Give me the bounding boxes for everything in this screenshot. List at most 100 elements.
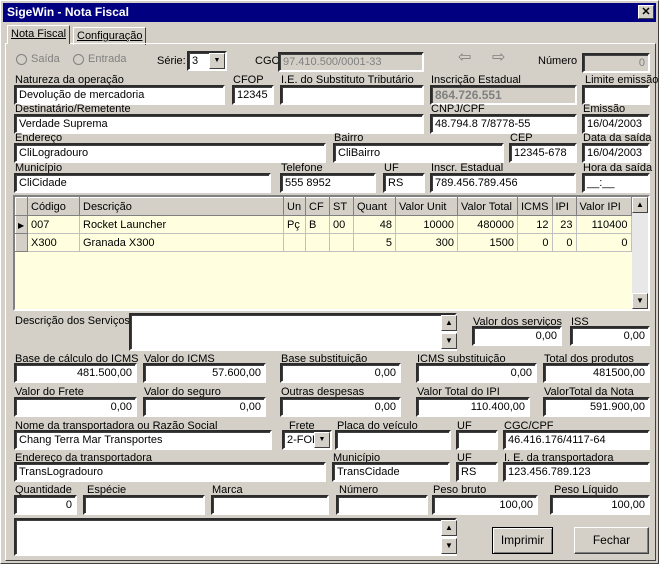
imprimir-button[interactable]: Imprimir (492, 527, 553, 554)
ie-subst-field[interactable] (280, 85, 424, 105)
col-un[interactable]: Un (283, 197, 306, 216)
chevron-down-icon[interactable]: ▼ (314, 432, 330, 448)
cfop-field[interactable]: 12345 (232, 85, 274, 105)
valor-icms-field[interactable]: 57.600,00 (143, 363, 266, 383)
col-valor-ipi[interactable]: Valor IPI (575, 197, 632, 216)
radio-saida[interactable] (16, 54, 27, 65)
cell-quant[interactable]: 48 (353, 215, 396, 234)
tab-nota-fiscal[interactable]: Nota Fiscal (7, 25, 71, 44)
icms-subst-field[interactable]: 0,00 (416, 363, 537, 383)
cgc-field[interactable]: 97.410.500/0001-33 (278, 52, 424, 72)
peso-bruto-field[interactable]: 100,00 (432, 495, 538, 515)
uf-field[interactable]: RS (383, 173, 425, 193)
close-button[interactable]: ✕ (638, 5, 654, 19)
grid-scrollbar[interactable]: ▲ ▼ (632, 197, 648, 309)
bairro-field[interactable]: CliBairro (333, 143, 504, 163)
telefone-field[interactable]: 555 8952 (280, 173, 376, 193)
transp-uf-field[interactable] (456, 430, 498, 450)
transp-uf2-field[interactable]: RS (456, 462, 498, 482)
col-icms[interactable]: ICMS (517, 197, 553, 216)
transp-mun-field[interactable]: TransCidade (332, 462, 450, 482)
cell-ipi[interactable]: 23 (552, 215, 577, 234)
col-cf[interactable]: CF (305, 197, 330, 216)
table-row[interactable]: ▶ 007 Rocket Launcher Pç B 00 48 10000 4… (15, 215, 632, 234)
cell-st[interactable]: 00 (329, 215, 354, 234)
cell-descricao[interactable]: Granada X300 (79, 233, 284, 252)
observacoes-field[interactable] (14, 518, 457, 556)
natureza-field[interactable]: Devolução de mercadoria (14, 85, 225, 105)
transp-end-field[interactable]: TransLogradouro (14, 462, 326, 482)
cell-valor-total[interactable]: 1500 (457, 233, 518, 252)
endereco-field[interactable]: CliLogradouro (14, 143, 326, 163)
total-prod-field[interactable]: 481500,00 (543, 363, 650, 383)
transp-cgc-field[interactable]: 46.416.176/4117-64 (503, 430, 650, 450)
transp-numero-field[interactable] (336, 495, 428, 515)
iss-field[interactable]: 0,00 (570, 326, 650, 346)
frete-field[interactable]: 0,00 (14, 397, 137, 417)
items-grid[interactable]: Código Descrição Un CF ST Quant Valor Un… (13, 195, 650, 311)
outras-field[interactable]: 0,00 (280, 397, 401, 417)
col-st[interactable]: ST (329, 197, 354, 216)
obs-scroll-down-icon[interactable]: ▼ (441, 538, 457, 554)
base-subst-field[interactable]: 0,00 (280, 363, 401, 383)
col-descricao[interactable]: Descrição (79, 197, 284, 216)
placa-field[interactable] (335, 430, 451, 450)
servicos-desc-field[interactable] (129, 313, 457, 351)
cell-un[interactable] (283, 233, 306, 252)
total-nota-field[interactable]: 591.900,00 (543, 397, 650, 417)
cell-st[interactable] (329, 233, 354, 252)
col-ipi[interactable]: IPI (551, 197, 577, 216)
base-icms-field[interactable]: 481.500,00 (14, 363, 137, 383)
cell-valor-unit[interactable]: 300 (395, 233, 458, 252)
col-codigo[interactable]: Código (27, 197, 80, 216)
marca-field[interactable] (211, 495, 329, 515)
cell-icms[interactable]: 0 (517, 233, 553, 252)
insc-est2-field[interactable]: 789.456.789.456 (430, 173, 576, 193)
transp-nome-field[interactable]: Chang Terra Mar Transportes (14, 430, 272, 450)
table-row[interactable]: X300 Granada X300 5 300 1500 0 0 0 (15, 233, 632, 252)
chevron-down-icon[interactable]: ▼ (209, 53, 225, 69)
left-arrow-icon[interactable]: ⇦ (458, 50, 471, 66)
emissao-field[interactable]: 16/04/2003 (582, 114, 650, 134)
hora-saida-field[interactable]: __:__ (582, 173, 650, 193)
total-ipi-field[interactable]: 110.400,00 (416, 397, 530, 417)
numero-field[interactable]: 0 (582, 53, 650, 73)
radio-entrada[interactable] (73, 54, 84, 65)
cell-valor-unit[interactable]: 10000 (395, 215, 458, 234)
col-quant[interactable]: Quant (353, 197, 396, 216)
servicos-scroll-up-icon[interactable]: ▲ (441, 315, 457, 331)
right-arrow-icon[interactable]: ⇨ (492, 50, 505, 66)
cell-cf[interactable] (305, 233, 330, 252)
col-valor-unit[interactable]: Valor Unit (395, 197, 458, 216)
especie-field[interactable] (83, 495, 205, 515)
cell-cf[interactable]: B (305, 215, 330, 234)
cell-valor-ipi[interactable]: 110400 (576, 215, 632, 234)
data-saida-field[interactable]: 16/04/2003 (582, 143, 650, 163)
cell-un[interactable]: Pç (283, 215, 306, 234)
dest-field[interactable]: Verdade Suprema (14, 114, 424, 134)
seguro-field[interactable]: 0,00 (143, 397, 266, 417)
fechar-button[interactable]: Fechar (574, 527, 649, 554)
cep-field[interactable]: 12345-678 (509, 143, 577, 163)
cell-quant[interactable]: 5 (353, 233, 396, 252)
cell-codigo[interactable]: 007 (27, 215, 80, 234)
serie-select[interactable]: 3 ▼ (187, 51, 227, 71)
limite-field[interactable] (582, 85, 650, 105)
cell-codigo[interactable]: X300 (27, 233, 80, 252)
peso-liq-field[interactable]: 100,00 (550, 495, 650, 515)
cell-icms[interactable]: 12 (517, 215, 553, 234)
cnpj-field[interactable]: 48.794.8 7/8778-55 (430, 114, 577, 134)
servicos-scroll-down-icon[interactable]: ▼ (441, 333, 457, 349)
municipio-field[interactable]: CliCidade (14, 173, 271, 193)
scroll-up-icon[interactable]: ▲ (632, 197, 648, 213)
cell-ipi[interactable]: 0 (552, 233, 577, 252)
insc-est-field[interactable]: 864.726.551 (430, 85, 577, 105)
frete-tipo-select[interactable]: 2-FOB ▼ (282, 430, 332, 450)
col-valor-total[interactable]: Valor Total (457, 197, 518, 216)
cell-valor-ipi[interactable]: 0 (576, 233, 632, 252)
quantidade-field[interactable]: 0 (14, 495, 77, 515)
scroll-down-icon[interactable]: ▼ (632, 293, 648, 309)
transp-ie-field[interactable]: 123.456.789.123 (503, 462, 650, 482)
valor-servicos-field[interactable]: 0,00 (472, 326, 562, 346)
cell-valor-total[interactable]: 480000 (457, 215, 518, 234)
